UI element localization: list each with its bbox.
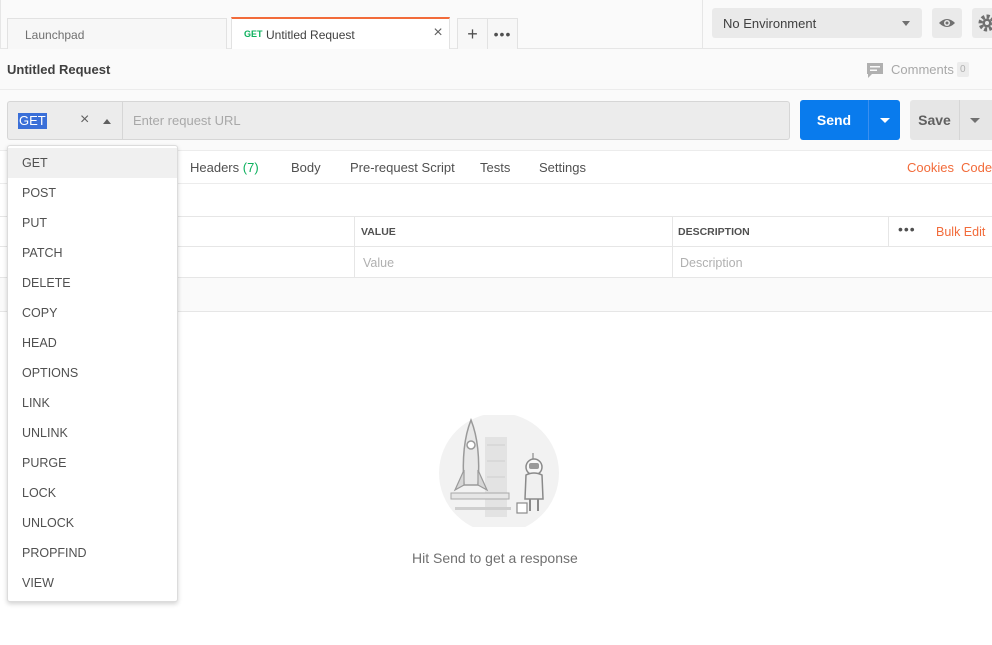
method-option-options[interactable]: OPTIONS	[8, 358, 177, 388]
new-tab-button[interactable]: +	[457, 18, 488, 49]
environment-select[interactable]: No Environment	[712, 8, 922, 38]
tab-label: Untitled Request	[266, 28, 355, 42]
more-tabs-button[interactable]: •••	[487, 18, 518, 49]
tab-launchpad[interactable]: Launchpad	[7, 18, 227, 49]
method-option-delete[interactable]: DELETE	[8, 268, 177, 298]
tab-pre-request-script[interactable]: Pre-request Script	[350, 160, 455, 175]
cookies-link[interactable]: Cookies	[907, 160, 954, 175]
comment-icon	[867, 63, 883, 78]
send-button[interactable]: Send	[800, 100, 868, 140]
chevron-down-icon	[880, 118, 890, 123]
method-value: GET	[18, 113, 47, 129]
headers-count: (7)	[242, 160, 259, 175]
column-header-value: VALUE	[361, 226, 396, 238]
tab-method-badge: GET	[244, 29, 263, 39]
clear-icon[interactable]: ×	[80, 111, 89, 129]
tab-body[interactable]: Body	[291, 160, 321, 175]
divider	[888, 216, 889, 247]
code-link[interactable]: Code	[961, 160, 992, 175]
tab-settings[interactable]: Settings	[539, 160, 586, 175]
method-option-unlink[interactable]: UNLINK	[8, 418, 177, 448]
method-option-unlock[interactable]: UNLOCK	[8, 508, 177, 538]
chevron-down-icon	[902, 21, 910, 26]
method-dropdown: GET POST PUT PATCH DELETE COPY HEAD OPTIONS LINK…	[7, 145, 178, 602]
method-option-purge[interactable]: PURGE	[8, 448, 177, 478]
url-input[interactable]	[122, 101, 790, 140]
chevron-up-icon[interactable]	[103, 119, 111, 124]
tab-tests[interactable]: Tests	[480, 160, 510, 175]
column-header-description: DESCRIPTION	[678, 226, 750, 238]
method-option-link[interactable]: LINK	[8, 388, 177, 418]
value-field[interactable]: Value	[363, 256, 394, 270]
tab-bar: Launchpad GET Untitled Request × + ••• N…	[0, 0, 992, 50]
save-button[interactable]: Save	[910, 100, 959, 140]
more-options-icon[interactable]: •••	[898, 221, 916, 237]
comments-count-badge: 0	[957, 62, 969, 77]
method-option-propfind[interactable]: PROPFIND	[8, 538, 177, 568]
tab-untitled-request[interactable]: GET Untitled Request ×	[231, 17, 450, 50]
method-option-post[interactable]: POST	[8, 178, 177, 208]
send-options-button[interactable]	[868, 100, 900, 140]
comments-label: Comments	[891, 62, 954, 77]
gear-icon	[978, 14, 992, 32]
method-option-head[interactable]: HEAD	[8, 328, 177, 358]
request-title[interactable]: Untitled Request	[7, 62, 110, 77]
rocket-illustration	[439, 415, 559, 527]
method-option-view[interactable]: VIEW	[8, 568, 177, 598]
chevron-down-icon	[970, 118, 980, 123]
request-header: Untitled Request Comments 0	[0, 49, 992, 90]
method-option-get[interactable]: GET	[8, 148, 177, 178]
tab-headers[interactable]: Headers (7)	[190, 160, 259, 175]
method-option-put[interactable]: PUT	[8, 208, 177, 238]
tab-label: Launchpad	[25, 28, 85, 42]
environment-label: No Environment	[723, 16, 817, 31]
close-icon[interactable]: ×	[431, 25, 445, 41]
empty-response-text: Hit Send to get a response	[412, 550, 578, 566]
environment-quick-look-button[interactable]	[932, 8, 962, 38]
description-field[interactable]: Description	[680, 256, 743, 270]
tab-headers-label: Headers	[190, 160, 240, 175]
method-option-lock[interactable]: LOCK	[8, 478, 177, 508]
method-option-patch[interactable]: PATCH	[8, 238, 177, 268]
method-option-copy[interactable]: COPY	[8, 298, 177, 328]
method-select[interactable]: GET ×	[7, 101, 123, 140]
divider	[702, 0, 703, 48]
settings-button[interactable]	[972, 8, 992, 38]
save-options-button[interactable]	[959, 100, 992, 140]
eye-icon	[939, 19, 955, 27]
url-bar: GET × Send Save	[0, 90, 992, 150]
bulk-edit-link[interactable]: Bulk Edit	[936, 225, 985, 239]
divider	[0, 0, 1, 49]
